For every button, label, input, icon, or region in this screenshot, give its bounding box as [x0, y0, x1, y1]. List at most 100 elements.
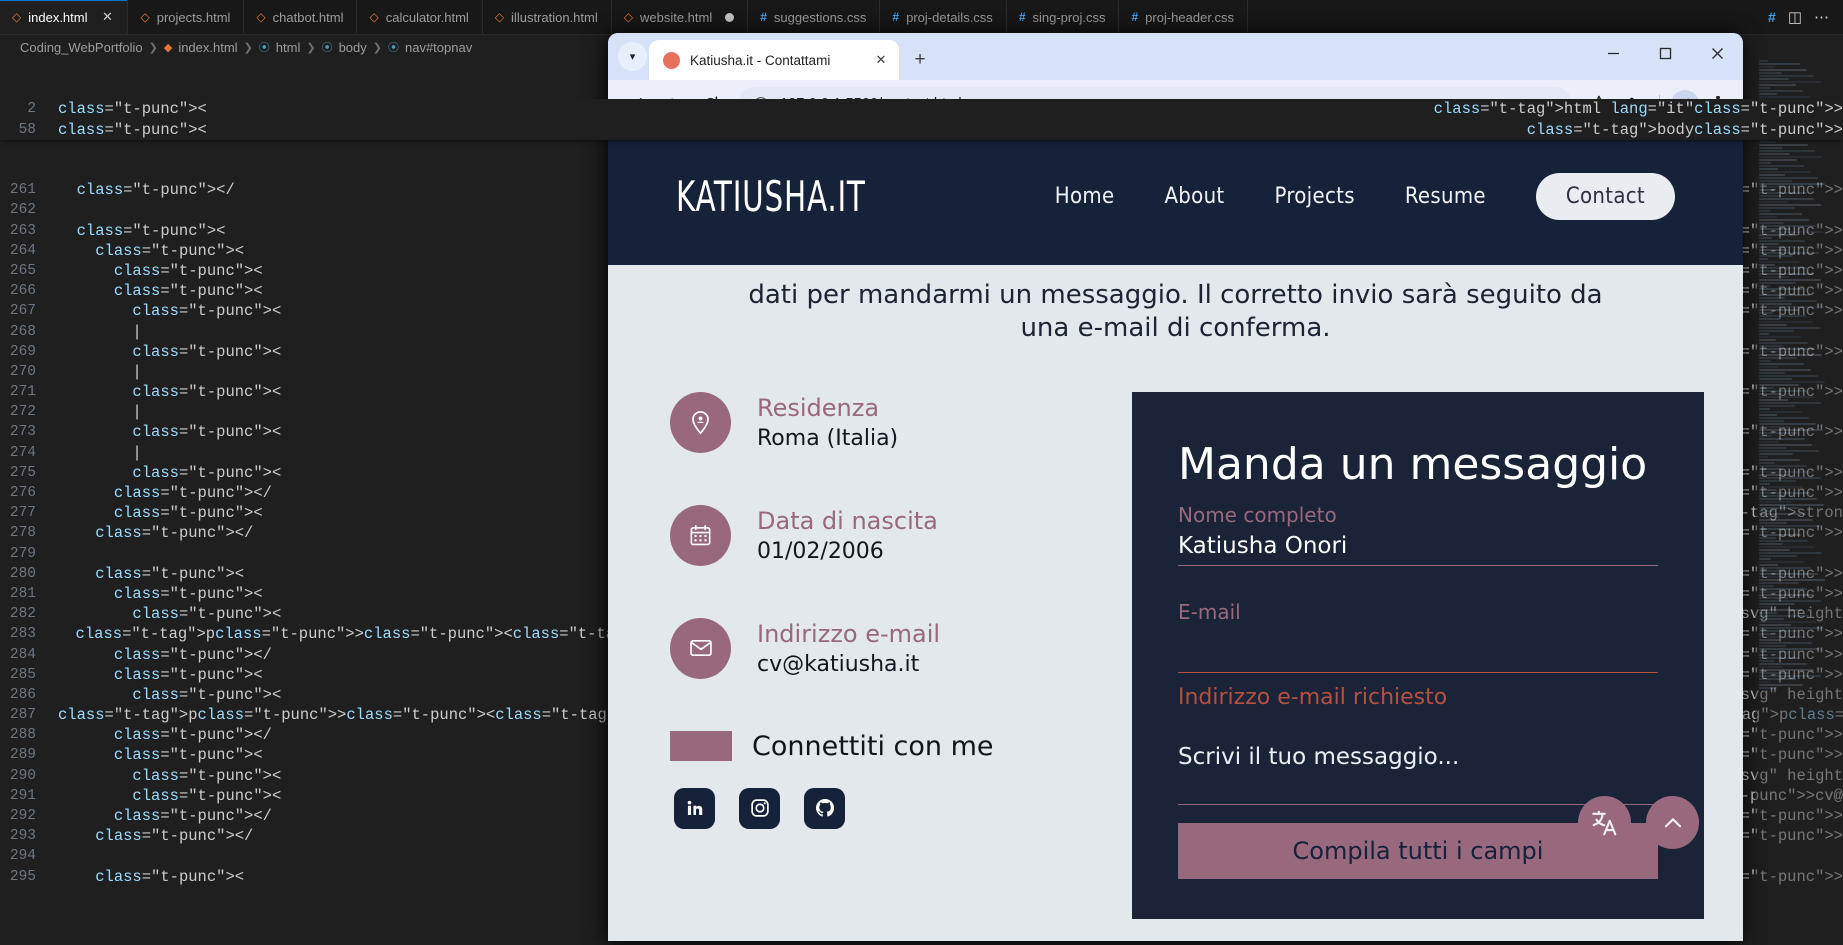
instagram-icon[interactable]: [739, 787, 780, 829]
info-row-indirizzo-email: Indirizzo e-mail cv@katiusha.it: [670, 617, 1108, 679]
minimap-line: [1759, 588, 1807, 590]
nav-link-contact[interactable]: Contact: [1535, 173, 1675, 220]
social-links: [674, 787, 1108, 829]
editor-tab-proj-details-css[interactable]: # proj-details.css: [880, 0, 1007, 34]
minimap-line: [1759, 282, 1796, 284]
minimap-line: [1759, 687, 1778, 689]
ellipsis-icon[interactable]: ⋯: [1814, 8, 1829, 26]
maximize-icon[interactable]: [1639, 33, 1691, 73]
css-file-icon: #: [1018, 10, 1026, 24]
line-number: 279: [9, 545, 36, 562]
minimap-line: [1759, 501, 1792, 503]
nav-link-projects[interactable]: Projects: [1274, 184, 1354, 209]
minimap-line: [1759, 663, 1808, 665]
editor-tab-calculator-html[interactable]: ◇ calculator.html: [357, 0, 483, 34]
minimap-line: [1759, 330, 1795, 332]
editor-tab-label: calculator.html: [385, 9, 469, 25]
minimap-line: [1759, 72, 1782, 74]
close-icon[interactable]: [1691, 33, 1743, 73]
minimap-line: [1759, 531, 1769, 533]
connect-label: Connettiti con me: [752, 730, 994, 762]
message-field-input[interactable]: Scrivi il tuo messaggio...: [1178, 744, 1658, 770]
minimap-line: [1759, 633, 1773, 635]
html-file-icon: ◆: [163, 41, 173, 54]
line-number: 293: [9, 828, 36, 845]
minimap-line: [1759, 672, 1789, 674]
minimap-line: [1759, 561, 1804, 563]
minimap-line: [1759, 411, 1803, 413]
editor-tab-sing-proj-css[interactable]: # sing-proj.css: [1006, 0, 1120, 34]
breadcrumb-item-2[interactable]: html: [276, 40, 301, 55]
minimap-line: [1759, 648, 1819, 650]
info-value[interactable]: cv@katiusha.it: [757, 652, 940, 677]
close-icon[interactable]: ✕: [100, 9, 114, 25]
editor-tab-website-html[interactable]: ◇ website.html: [611, 0, 749, 34]
minimap-line: [1759, 420, 1784, 422]
chevron-up-icon[interactable]: [1646, 796, 1699, 849]
linkedin-icon[interactable]: [674, 787, 715, 829]
minimap-line: [1759, 642, 1812, 644]
editor-tab-illustration-html[interactable]: ◇ illustration.html: [482, 0, 612, 34]
breadcrumb-item-3[interactable]: body: [339, 40, 367, 55]
minimize-icon[interactable]: [1587, 33, 1639, 73]
minimap-line: [1759, 480, 1796, 482]
sticky-line: 2 class="t-punc">< class ="t-tag">html lang…: [0, 99, 1843, 119]
minimap-line: [1759, 597, 1789, 599]
email-field-input[interactable]: [1178, 630, 1658, 672]
line-code[interactable]: class="t-punc"><: [58, 624, 76, 644]
minimap-line: [1759, 168, 1779, 170]
plus-icon[interactable]: +: [905, 45, 935, 75]
line-number: 284: [9, 646, 36, 663]
minimap-line: [1759, 591, 1781, 593]
browser-tab[interactable]: Katiusha.it - Contattami ✕: [649, 40, 899, 80]
line-number: 272: [9, 404, 36, 421]
editor-minimap[interactable]: [1755, 59, 1843, 945]
minimap-line: [1759, 219, 1810, 221]
nav-link-resume[interactable]: Resume: [1405, 184, 1486, 209]
calendar-icon: [670, 504, 731, 566]
minimap-line: [1759, 399, 1789, 401]
minimap-line: [1759, 195, 1781, 197]
minimap-line: [1759, 618, 1784, 620]
editor-tab-chatbot-html[interactable]: ◇ chatbot.html: [244, 0, 358, 34]
breadcrumb-item-1[interactable]: index.html: [178, 40, 237, 55]
minimap-line: [1759, 213, 1803, 215]
github-icon[interactable]: [804, 787, 845, 829]
split-editor-icon[interactable]: ◫: [1788, 8, 1802, 26]
html-file-icon: ◇: [494, 10, 505, 24]
editor-tab-label: suggestions.css: [773, 9, 867, 25]
editor-tab-suggestions-css[interactable]: # suggestions.css: [748, 0, 881, 34]
minimap-line: [1759, 264, 1775, 266]
minimap-line: [1759, 408, 1770, 410]
editor-tab-proj-header-css[interactable]: # proj-header.css: [1119, 0, 1249, 34]
minimap-line: [1759, 339, 1776, 341]
email-field-underline: [1178, 671, 1658, 673]
close-icon[interactable]: ✕: [871, 52, 891, 68]
line-number: 285: [9, 666, 36, 683]
editor-tab-projects-html[interactable]: ◇ projects.html: [128, 0, 245, 34]
editor-tab-index-html[interactable]: ◇ index.html ✕: [0, 0, 129, 34]
breadcrumb-item-4[interactable]: nav#topnav: [405, 40, 472, 55]
window-controls: [1587, 33, 1743, 73]
line-number: 287: [9, 707, 36, 724]
minimap-line: [1759, 606, 1770, 608]
nav-link-home[interactable]: Home: [1055, 184, 1115, 209]
location-pin-icon: [670, 391, 731, 453]
minimap-line: [1759, 675, 1822, 677]
chevron-down-icon[interactable]: ▾: [618, 42, 647, 71]
html-file-icon: ◇: [140, 10, 150, 24]
minimap-line: [1759, 234, 1798, 236]
site-logo[interactable]: KATIUSHA.IT: [676, 172, 866, 221]
breadcrumb-item-0[interactable]: Coding_WebPortfolio: [20, 40, 143, 55]
sticky-line: 58 class="t-punc">< class ="t-tag">body clas…: [0, 120, 1843, 140]
minimap-line: [1759, 156, 1823, 158]
line-number: 294: [9, 848, 36, 865]
translate-icon[interactable]: [1578, 796, 1631, 849]
minimap-line: [1759, 291, 1778, 293]
symbol-icon: ⦿: [321, 42, 333, 54]
line-number: 283: [9, 626, 36, 643]
minimap-line: [1759, 426, 1791, 428]
nav-link-about[interactable]: About: [1164, 184, 1224, 209]
name-field-input[interactable]: Katiusha Onori: [1178, 533, 1658, 565]
minimap-line: [1759, 297, 1785, 299]
